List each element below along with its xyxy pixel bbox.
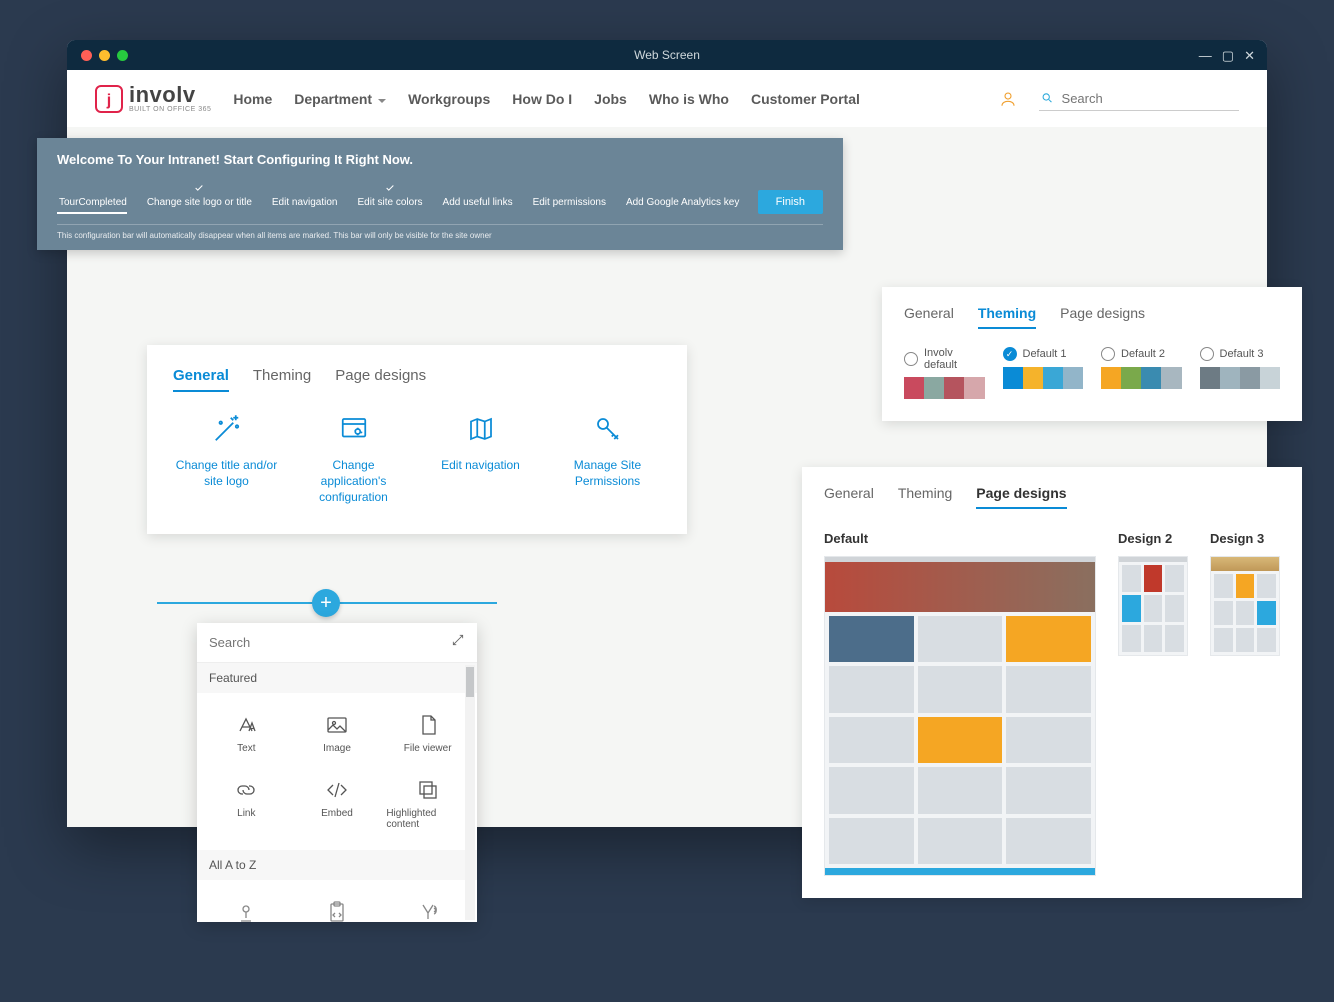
designs-tabs: General Theming Page designs	[824, 485, 1280, 509]
theme-option-1[interactable]: Default 1	[1003, 347, 1084, 399]
minimize-icon[interactable]: ―	[1199, 49, 1212, 62]
config-bar: Welcome To Your Intranet! Start Configur…	[37, 138, 843, 250]
image-icon	[325, 713, 349, 737]
wp-link[interactable]: Link	[201, 766, 292, 842]
wp-bing-maps[interactable]: Bing Maps	[201, 888, 292, 922]
step-analytics[interactable]: Add Google Analytics key	[624, 197, 757, 214]
design-3-title: Design 3	[1210, 531, 1280, 546]
design-thumbnail-3[interactable]	[1210, 556, 1280, 656]
tab-page-designs-2[interactable]: Page designs	[1060, 305, 1145, 329]
settings-window-icon	[339, 414, 369, 444]
clipboard-code-icon	[325, 900, 349, 922]
link-icon	[234, 778, 258, 802]
tab-page-designs[interactable]: Page designs	[335, 367, 426, 392]
pin-icon	[234, 900, 258, 922]
finish-button[interactable]: Finish	[758, 190, 823, 214]
file-icon	[416, 713, 440, 737]
tab-general-2[interactable]: General	[904, 305, 954, 329]
theme-option-3[interactable]: Default 3	[1200, 347, 1281, 399]
brand-tagline: BUILT ON OFFICE 365	[129, 106, 211, 113]
window-controls: ― ▢ ✕	[1199, 49, 1255, 62]
section-featured: Featured	[197, 663, 477, 693]
search-box[interactable]	[1039, 87, 1239, 111]
action-app-config[interactable]: Change application's configuration	[300, 414, 407, 506]
tab-page-designs-3[interactable]: Page designs	[976, 485, 1066, 509]
wp-embed[interactable]: Embed	[292, 766, 383, 842]
panel-page-designs: General Theming Page designs Default	[802, 467, 1302, 898]
webpart-search-input[interactable]	[209, 635, 443, 650]
design-2-title: Design 2	[1118, 531, 1188, 546]
radio-icon[interactable]	[1003, 347, 1017, 361]
tab-general-3[interactable]: General	[824, 485, 874, 509]
brand-mark: j	[95, 85, 123, 113]
wp-file-viewer[interactable]: File viewer	[382, 701, 473, 766]
expand-picker-icon[interactable]	[451, 633, 465, 652]
action-manage-permissions[interactable]: Manage Site Permissions	[554, 414, 661, 506]
general-tabs: General Theming Page designs	[173, 367, 661, 392]
panel-theming: General Theming Page designs Involv defa…	[882, 287, 1302, 421]
step-tour[interactable]: TourCompleted	[57, 197, 145, 214]
radio-icon[interactable]	[904, 352, 918, 366]
wand-icon	[212, 414, 242, 444]
browser-window: Web Screen ― ▢ ✕ j involv BUILT ON OFFIC…	[67, 40, 1267, 827]
nav-home[interactable]: Home	[233, 91, 272, 107]
panel-general: General Theming Page designs Change titl…	[147, 345, 687, 534]
step-logo[interactable]: Change site logo or title	[145, 183, 270, 214]
tab-theming-3[interactable]: Theming	[898, 485, 952, 509]
nav-whoiswho[interactable]: Who is Who	[649, 91, 729, 107]
add-webpart-button[interactable]: +	[312, 589, 340, 617]
wp-image[interactable]: Image	[292, 701, 383, 766]
nav-workgroups[interactable]: Workgroups	[408, 91, 490, 107]
step-permissions[interactable]: Edit permissions	[531, 197, 624, 214]
config-steps: TourCompleted Change site logo or title …	[57, 183, 823, 214]
action-change-title-logo[interactable]: Change title and/or site logo	[173, 414, 280, 506]
restore-icon[interactable]: ▢	[1222, 49, 1234, 62]
wp-conversations[interactable]: Conversations	[382, 888, 473, 922]
brand-logo[interactable]: j involv BUILT ON OFFICE 365	[95, 84, 211, 113]
title-bar: Web Screen ― ▢ ✕	[67, 40, 1267, 70]
section-all: All A to Z	[197, 850, 477, 880]
nav-department[interactable]: Department	[294, 91, 386, 107]
theming-tabs: General Theming Page designs	[904, 305, 1280, 329]
embed-icon	[325, 778, 349, 802]
key-icon	[593, 414, 623, 444]
theme-option-2[interactable]: Default 2	[1101, 347, 1182, 399]
tab-theming-2[interactable]: Theming	[978, 305, 1036, 329]
step-colors[interactable]: Edit site colors	[356, 183, 441, 214]
action-edit-navigation[interactable]: Edit navigation	[427, 414, 534, 506]
search-input[interactable]	[1062, 91, 1237, 106]
config-heading: Welcome To Your Intranet! Start Configur…	[57, 152, 823, 167]
wp-highlighted[interactable]: Highlighted content	[382, 766, 473, 842]
user-icon[interactable]	[999, 90, 1017, 108]
window-title: Web Screen	[67, 48, 1267, 62]
text-icon	[234, 713, 258, 737]
wp-text[interactable]: Text	[201, 701, 292, 766]
brand-name: involv	[129, 84, 211, 106]
top-nav: j involv BUILT ON OFFICE 365 Home Depart…	[67, 70, 1267, 127]
theme-option-0[interactable]: Involv default	[904, 347, 985, 399]
wp-code-snippet[interactable]: Code Snippet	[292, 888, 383, 922]
nav-jobs[interactable]: Jobs	[594, 91, 627, 107]
design-thumbnail-2[interactable]	[1118, 556, 1188, 656]
nav-customerportal[interactable]: Customer Portal	[751, 91, 860, 107]
map-icon	[466, 414, 496, 444]
nav-howdoi[interactable]: How Do I	[512, 91, 572, 107]
design-thumbnail-default[interactable]	[824, 556, 1096, 876]
design-default-title: Default	[824, 531, 1096, 546]
tab-theming[interactable]: Theming	[253, 367, 311, 392]
webpart-picker: Featured Text Image File viewer Link Emb…	[197, 623, 477, 922]
search-icon	[1041, 91, 1054, 105]
radio-icon[interactable]	[1200, 347, 1214, 361]
step-nav[interactable]: Edit navigation	[270, 197, 356, 214]
highlighted-content-icon	[416, 778, 440, 802]
radio-icon[interactable]	[1101, 347, 1115, 361]
close-icon[interactable]: ✕	[1244, 49, 1255, 62]
yammer-icon	[416, 900, 440, 922]
step-links[interactable]: Add useful links	[441, 197, 531, 214]
config-note: This configuration bar will automaticall…	[57, 224, 823, 240]
tab-general[interactable]: General	[173, 367, 229, 392]
